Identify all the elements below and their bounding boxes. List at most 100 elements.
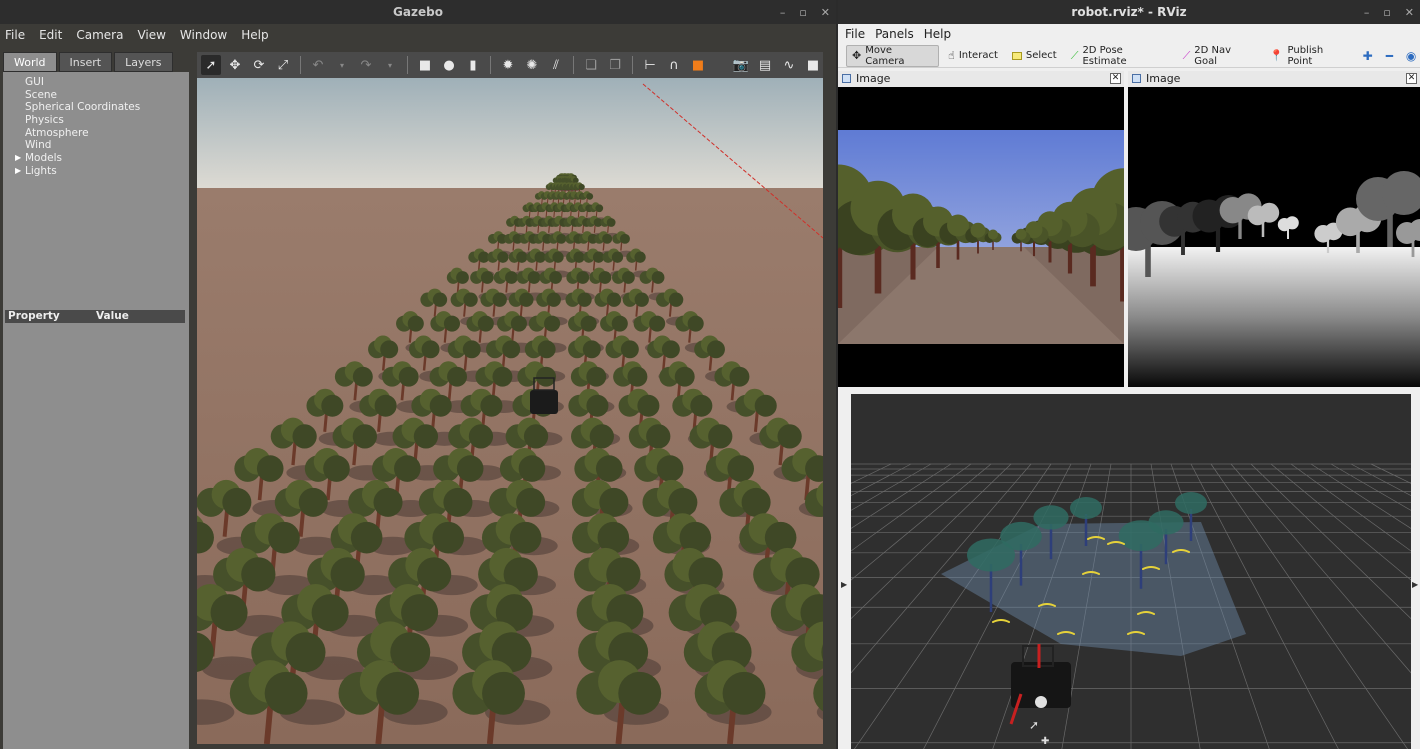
select-button[interactable]: Select bbox=[1007, 45, 1062, 67]
left-panel-tabs: World Insert Layers bbox=[3, 52, 189, 72]
camera-image-view bbox=[838, 87, 1124, 387]
undo-history-icon[interactable]: ▾ bbox=[332, 55, 352, 75]
tree-item-spherical-coordinates[interactable]: Spherical Coordinates bbox=[11, 101, 189, 114]
point-light-icon[interactable]: ✹ bbox=[498, 55, 518, 75]
rviz-scene: ➚ ✚ bbox=[851, 463, 1411, 749]
translate-mode-icon[interactable]: ✥ bbox=[225, 55, 245, 75]
menu-panels[interactable]: Panels bbox=[875, 27, 914, 41]
image-panel-1-header: Image ✕ bbox=[838, 71, 1124, 87]
right-splitter[interactable] bbox=[823, 52, 836, 749]
rviz-3d-view[interactable]: ➚ ✚ bbox=[851, 394, 1411, 749]
camera-image bbox=[838, 130, 1124, 344]
gazebo-3d-viewport[interactable] bbox=[197, 78, 823, 744]
rviz-toolbar: ✥ Move Camera ☝ Interact Select ⟋ 2D Pos… bbox=[838, 44, 1420, 68]
menu-file[interactable]: File bbox=[5, 28, 25, 42]
remove-tool-icon[interactable]: ━ bbox=[1381, 45, 1399, 67]
tree-item-gui[interactable]: GUI bbox=[11, 76, 189, 89]
add-tool-icon[interactable]: ✚ bbox=[1359, 45, 1377, 67]
tree-item-physics[interactable]: Physics bbox=[11, 114, 189, 127]
align-icon[interactable]: ⊢ bbox=[640, 55, 660, 75]
menu-window[interactable]: Window bbox=[180, 28, 227, 42]
move-camera-button[interactable]: ✥ Move Camera bbox=[846, 44, 940, 67]
redo-history-icon[interactable]: ▾ bbox=[380, 55, 400, 75]
view-angle-icon[interactable]: ■ bbox=[688, 55, 708, 75]
rviz-window: robot.rviz* - RViz – ▫ ✕ File Panels Hel… bbox=[838, 0, 1420, 749]
pose-estimate-button[interactable]: ⟋ 2D Pose Estimate bbox=[1066, 45, 1174, 67]
menu-help[interactable]: Help bbox=[241, 28, 268, 42]
depth-image-view bbox=[1128, 87, 1420, 387]
select-mode-icon[interactable]: ➚ bbox=[201, 55, 221, 75]
gazebo-title: Gazebo bbox=[0, 0, 836, 24]
rviz-window-controls: – ▫ ✕ bbox=[1364, 0, 1414, 24]
publish-point-icon: 📍 bbox=[1269, 49, 1284, 62]
spot-light-icon[interactable]: ✺ bbox=[522, 55, 542, 75]
menu-camera[interactable]: Camera bbox=[76, 28, 123, 42]
gazebo-window: Gazebo – ▫ ✕ File Edit Camera View Windo… bbox=[0, 0, 836, 749]
depth-image bbox=[1128, 171, 1420, 387]
image-panel-icon bbox=[842, 74, 851, 83]
world-tree: GUI Scene Spherical Coordinates Physics … bbox=[3, 72, 189, 178]
view-options-icon[interactable]: ◉ bbox=[1402, 45, 1420, 67]
orchard-scene bbox=[197, 78, 823, 744]
undo-icon[interactable]: ↶ bbox=[308, 55, 328, 75]
menu-edit[interactable]: Edit bbox=[39, 28, 62, 42]
collapse-right-icon[interactable]: ▶ bbox=[1412, 580, 1418, 589]
tab-world[interactable]: World bbox=[3, 52, 57, 72]
expand-arrow-icon[interactable]: ▶ bbox=[15, 152, 21, 165]
panel-splitter[interactable] bbox=[190, 52, 196, 749]
rviz-menubar: File Panels Help bbox=[838, 24, 1420, 44]
pose-estimate-icon: ⟋ bbox=[1070, 48, 1079, 62]
expand-arrow-icon[interactable]: ▶ bbox=[15, 165, 21, 178]
gazebo-menubar: File Edit Camera View Window Help bbox=[0, 24, 836, 46]
rviz-title: robot.rviz* - RViz bbox=[838, 0, 1420, 24]
cylinder-shape-icon[interactable]: ▮ bbox=[463, 55, 483, 75]
image-panel-2-header: Image ✕ bbox=[1128, 71, 1420, 87]
robot-model-rviz bbox=[1009, 644, 1071, 725]
maximize-icon[interactable]: ▫ bbox=[799, 6, 806, 19]
box-shape-icon[interactable]: ■ bbox=[415, 55, 435, 75]
tree-item-wind[interactable]: Wind bbox=[11, 139, 189, 152]
video-record-icon[interactable]: ■ bbox=[803, 55, 823, 75]
snap-icon[interactable]: ∩ bbox=[664, 55, 684, 75]
mouse-cursor-icon: ➚ bbox=[1029, 718, 1039, 732]
interact-button[interactable]: ☝ Interact bbox=[943, 45, 1003, 67]
close-icon[interactable]: ✕ bbox=[1405, 6, 1414, 19]
sphere-shape-icon[interactable]: ● bbox=[439, 55, 459, 75]
scale-mode-icon[interactable]: ⤢ bbox=[273, 55, 293, 75]
log-icon[interactable]: ▤ bbox=[755, 55, 775, 75]
copy-icon[interactable]: ❏ bbox=[581, 55, 601, 75]
property-column-header: Property bbox=[8, 310, 60, 322]
tree-item-atmosphere[interactable]: Atmosphere bbox=[11, 127, 189, 140]
directional-light-icon[interactable]: ⫽ bbox=[546, 55, 566, 75]
tree-item-scene[interactable]: Scene bbox=[11, 89, 189, 102]
maximize-icon[interactable]: ▫ bbox=[1383, 6, 1390, 19]
paste-icon[interactable]: ❐ bbox=[605, 55, 625, 75]
select-icon bbox=[1011, 51, 1022, 60]
minimize-icon[interactable]: – bbox=[1364, 6, 1370, 19]
property-table-header: Property Value bbox=[5, 310, 185, 323]
publish-point-button[interactable]: 📍 Publish Point bbox=[1265, 45, 1355, 67]
screenshot-icon[interactable]: 📷 bbox=[731, 55, 751, 75]
menu-file[interactable]: File bbox=[845, 27, 865, 41]
redo-icon[interactable]: ↷ bbox=[356, 55, 376, 75]
tree-item-models[interactable]: ▶ Models bbox=[11, 152, 189, 165]
close-icon[interactable]: ✕ bbox=[821, 6, 830, 19]
nav-goal-button[interactable]: ⟋ 2D Nav Goal bbox=[1178, 45, 1261, 67]
collapse-left-icon[interactable]: ▶ bbox=[841, 580, 847, 589]
tab-layers[interactable]: Layers bbox=[114, 52, 173, 72]
close-panel-icon[interactable]: ✕ bbox=[1110, 73, 1121, 84]
close-panel-icon[interactable]: ✕ bbox=[1406, 73, 1417, 84]
menu-help[interactable]: Help bbox=[924, 27, 951, 41]
world-panel: World Insert Layers GUI Scene Spherical … bbox=[3, 52, 189, 749]
image-panel-icon bbox=[1132, 74, 1141, 83]
menu-view[interactable]: View bbox=[137, 28, 165, 42]
gazebo-toolbar: ➚ ✥ ⟳ ⤢ ↶ ▾ ↷ ▾ ■ ● ▮ ✹ ✺ ⫽ ❏ ❐ ⊢ ∩ ■ 📷 … bbox=[197, 52, 823, 78]
tree-item-lights[interactable]: ▶ Lights bbox=[11, 165, 189, 178]
nav-goal-icon: ⟋ bbox=[1182, 48, 1191, 62]
tab-insert[interactable]: Insert bbox=[58, 52, 113, 72]
move-camera-icon: ✥ bbox=[852, 49, 862, 62]
rotate-mode-icon[interactable]: ⟳ bbox=[249, 55, 269, 75]
plot-icon[interactable]: ∿ bbox=[779, 55, 799, 75]
value-column-header: Value bbox=[96, 310, 129, 322]
minimize-icon[interactable]: – bbox=[780, 6, 786, 19]
